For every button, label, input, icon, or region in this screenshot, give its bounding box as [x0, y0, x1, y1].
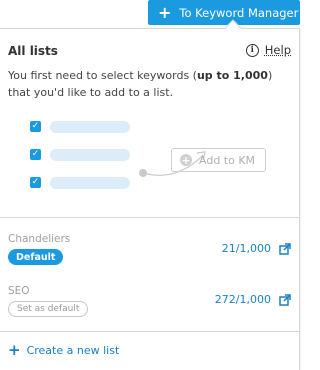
divider: [0, 217, 300, 218]
create-new-list-button[interactable]: + Create a new list: [8, 343, 119, 358]
to-keyword-manager-button[interactable]: + To Keyword Manager: [148, 0, 300, 25]
lists-dropdown-panel: All lists i Help You first need to selec…: [0, 19, 300, 370]
list-name: SEO: [8, 285, 30, 297]
curved-arrow-icon: [139, 151, 206, 177]
create-new-list-label: Create a new list: [26, 344, 120, 357]
set-as-default-button[interactable]: Set as default: [8, 301, 89, 317]
default-badge: Default: [8, 249, 64, 265]
add-to-km-illustration-button: + Add to KM: [171, 148, 266, 172]
plus-circle-icon: +: [180, 153, 192, 167]
divider: [0, 331, 300, 332]
list-count-link[interactable]: 272/1,000: [215, 293, 271, 306]
list-count-link[interactable]: 21/1,000: [222, 242, 271, 255]
to-keyword-manager-label: To Keyword Manager: [179, 5, 299, 20]
external-link-icon[interactable]: [279, 243, 291, 255]
plus-icon: +: [8, 341, 21, 359]
plus-icon: +: [158, 2, 172, 22]
external-link-icon[interactable]: [279, 294, 291, 306]
list-name: Chandeliers: [8, 233, 71, 245]
add-to-km-label: Add to KM: [199, 153, 256, 167]
